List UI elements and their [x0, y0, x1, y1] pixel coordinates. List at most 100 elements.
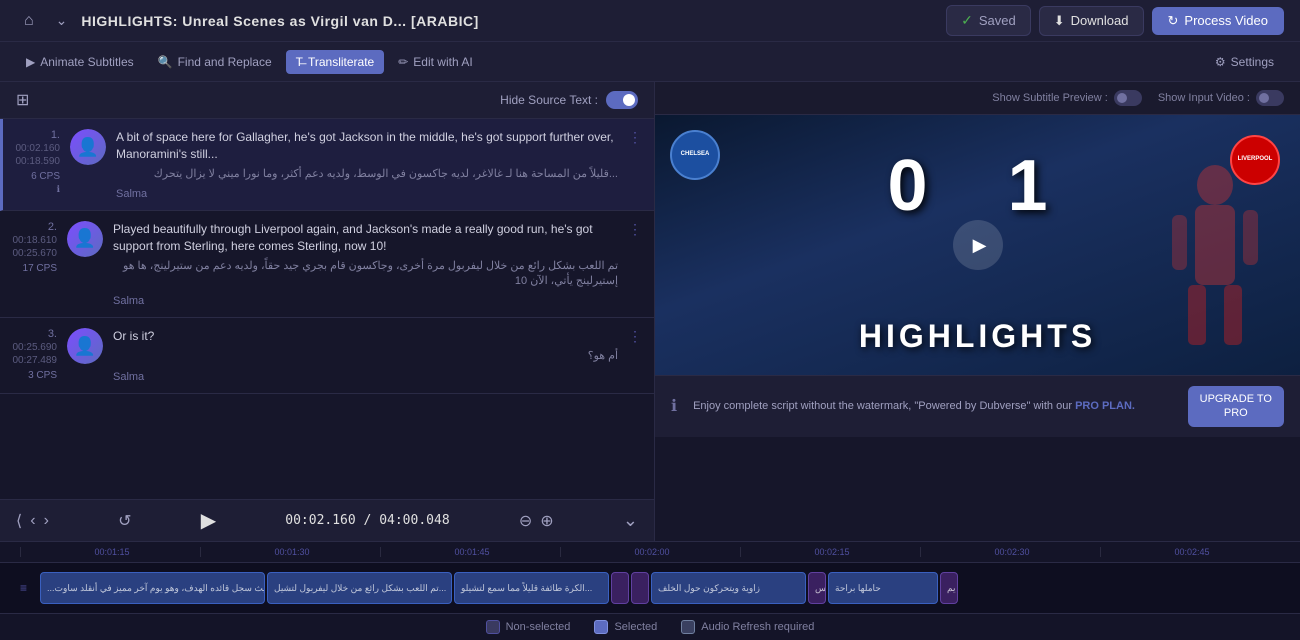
upgrade-button[interactable]: UPGRADE TOPRO — [1188, 386, 1284, 427]
play-button[interactable]: ▶ — [201, 508, 216, 533]
timeline-section: 00:01:15 00:01:30 00:01:45 00:02:00 00:0… — [0, 541, 1300, 640]
settings-icon: ⚙ — [1215, 55, 1226, 69]
find-replace-button[interactable]: 🔍 Find and Replace — [148, 50, 282, 74]
download-icon: ⬇ — [1054, 13, 1065, 29]
subtitle-menu-icon[interactable]: ⋮ — [628, 221, 642, 238]
block-text: تم اللعب بشكل رائع من خلال ليفربول لتشيل… — [274, 583, 446, 594]
nav-prev-button[interactable]: ‹ — [30, 511, 35, 531]
video-frame: CHELSEA LIVERPOOL 0 1 HIGHLIGHTS — [655, 115, 1300, 375]
settings-label: Settings — [1231, 55, 1274, 69]
football-scene: CHELSEA LIVERPOOL 0 1 HIGHLIGHTS — [655, 115, 1300, 375]
legend-non-selected: Non-selected — [486, 620, 571, 634]
process-label: Process Video — [1184, 13, 1268, 28]
home-button[interactable]: ⌂ — [16, 8, 42, 34]
subtitle-item[interactable]: 1. 00:02.160 00:18.590 6 CPS ℹ 👤 A bit o… — [0, 119, 654, 211]
highlights-text: HIGHLIGHTS — [859, 318, 1096, 355]
timeline-block[interactable]: يم — [940, 572, 958, 604]
subtitle-item[interactable]: 3. 00:25.690 00:27.489 3 CPS 👤 Or is it?… — [0, 318, 654, 393]
timeline-block[interactable] — [611, 572, 629, 604]
subtitle-content: A bit of space here for Gallagher, he's … — [116, 129, 618, 200]
zoom-in-button[interactable]: ⊕ — [540, 511, 553, 531]
video-play-overlay[interactable]: ▶ — [953, 220, 1003, 270]
cps-info-icon: ℹ — [57, 184, 60, 195]
main-content: ⊞ Hide Source Text : 1. 00:02.160 00:18.… — [0, 82, 1300, 541]
score-area: CHELSEA — [670, 130, 720, 180]
score-display: 0 1 — [887, 145, 1067, 227]
subtitles-header: ⊞ Hide Source Text : — [0, 82, 654, 119]
ruler-mark: 00:01:30 — [200, 547, 380, 557]
ruler-mark: 00:02:15 — [740, 547, 920, 557]
legend-dot-nonselected — [486, 620, 500, 634]
subtitle-number-col: 2. 00:18.610 00:25.670 17 CPS — [12, 221, 57, 307]
scroll-down-button[interactable]: ⌄ — [623, 510, 638, 531]
subtitles-panel: ⊞ Hide Source Text : 1. 00:02.160 00:18.… — [0, 82, 655, 541]
edit-ai-button[interactable]: ✏ Edit with AI — [388, 50, 482, 74]
animate-icon: ▶ — [26, 55, 35, 69]
timeline-block[interactable]: زاوية ويتحركون حول الخلف — [651, 572, 806, 604]
panel-icon-button[interactable]: ⊞ — [16, 90, 29, 110]
timeline-ruler-inner: 00:01:15 00:01:30 00:01:45 00:02:00 00:0… — [0, 547, 1300, 557]
hide-source-switch[interactable] — [606, 91, 638, 109]
edit-ai-label: Edit with AI — [413, 55, 472, 69]
subtitle-time-start: 00:18.610 — [13, 235, 58, 246]
legend-selected: Selected — [594, 620, 657, 634]
timeline-block[interactable]: ...هذه المباراة، بداية رائعة لواناهه، حي… — [40, 572, 265, 604]
expand-icon[interactable]: ⌄ — [50, 8, 74, 33]
avatar: 👤 — [67, 328, 103, 364]
subtitle-cps: 17 CPS — [23, 263, 57, 274]
non-selected-label: Non-selected — [506, 621, 571, 633]
nav-arrows: ⟨ ‹ › — [16, 511, 49, 531]
find-replace-label: Find and Replace — [178, 55, 272, 69]
video-panel: Show Subtitle Preview : Show Input Video… — [655, 82, 1300, 541]
speaker-name: Salma — [116, 188, 618, 200]
timeline-block[interactable]: حاملها براحة — [828, 572, 938, 604]
subtitle-menu-icon[interactable]: ⋮ — [628, 328, 642, 345]
input-video-toggle[interactable] — [1256, 90, 1284, 106]
upgrade-banner: ℹ Enjoy complete script without the wate… — [655, 375, 1300, 437]
block-text: حاملها براحة — [835, 583, 881, 594]
block-text: زاوية ويتحركون حول الخلف — [658, 583, 760, 594]
timeline-block[interactable]: تم اللعب بشكل رائع من خلال ليفربول لتشيل… — [267, 572, 452, 604]
subtitle-number: 3. — [48, 328, 57, 340]
subtitle-menu-icon[interactable]: ⋮ — [628, 129, 642, 146]
time-display: 00:02.160 / 04:00.048 — [285, 513, 449, 528]
nav-next-button[interactable]: › — [44, 511, 49, 531]
download-label: Download — [1071, 13, 1129, 28]
toolbar: ▶ Animate Subtitles 🔍 Find and Replace T… — [0, 42, 1300, 82]
download-button[interactable]: ⬇ Download — [1039, 6, 1144, 36]
timeline-block[interactable]: رس — [808, 572, 826, 604]
animate-subtitles-button[interactable]: ▶ Animate Subtitles — [16, 50, 144, 74]
transliterate-button[interactable]: T̶ Transliterate — [286, 50, 385, 74]
legend-dot-audio — [681, 620, 695, 634]
subtitle-item[interactable]: 2. 00:18.610 00:25.670 17 CPS 👤 Played b… — [0, 211, 654, 318]
subtitle-number: 1. — [51, 129, 60, 141]
subtitle-content: Played beautifully through Liverpool aga… — [113, 221, 618, 307]
process-icon: ↻ — [1168, 13, 1179, 29]
header: ⌂ ⌄ HIGHLIGHTS: Unreal Scenes as Virgil … — [0, 0, 1300, 42]
toolbar-right: ⚙ Settings — [1205, 50, 1284, 74]
subtitle-en-text: Played beautifully through Liverpool aga… — [113, 221, 618, 255]
time-current: 00:02.160 — [285, 513, 355, 528]
avatar: 👤 — [70, 129, 106, 165]
settings-button[interactable]: ⚙ Settings — [1205, 50, 1284, 74]
avatar: 👤 — [67, 221, 103, 257]
subtitle-ar-text: ...قليلاً من المساحة هنا لـ غالاغر، لديه… — [116, 167, 618, 182]
process-video-button[interactable]: ↻ Process Video — [1152, 7, 1285, 35]
legend-dot-selected — [594, 620, 608, 634]
chevron-down-icon: ⌄ — [56, 12, 68, 29]
check-icon: ✓ — [961, 12, 973, 29]
subtitle-number: 2. — [48, 221, 57, 233]
timeline-block[interactable] — [631, 572, 649, 604]
refresh-button[interactable]: ↺ — [118, 511, 131, 531]
subtitle-preview-toggle[interactable] — [1114, 90, 1142, 106]
timeline-blocks[interactable]: ...هذه المباراة، بداية رائعة لواناهه، حي… — [40, 570, 1280, 606]
zoom-out-button[interactable]: ⊖ — [519, 511, 532, 531]
upgrade-text-main: Enjoy complete script without the waterm… — [693, 400, 1072, 412]
timeline-block[interactable]: الكرة طائفة قليلاً مما سمع لتشيلو... — [454, 572, 609, 604]
saved-button[interactable]: ✓ Saved — [946, 5, 1031, 36]
legend-audio-refresh: Audio Refresh required — [681, 620, 814, 634]
header-actions: ✓ Saved ⬇ Download ↻ Process Video — [946, 5, 1284, 36]
hide-source-label: Hide Source Text : — [500, 93, 598, 107]
ruler-mark: 00:02:30 — [920, 547, 1100, 557]
nav-back-button[interactable]: ⟨ — [16, 511, 22, 531]
